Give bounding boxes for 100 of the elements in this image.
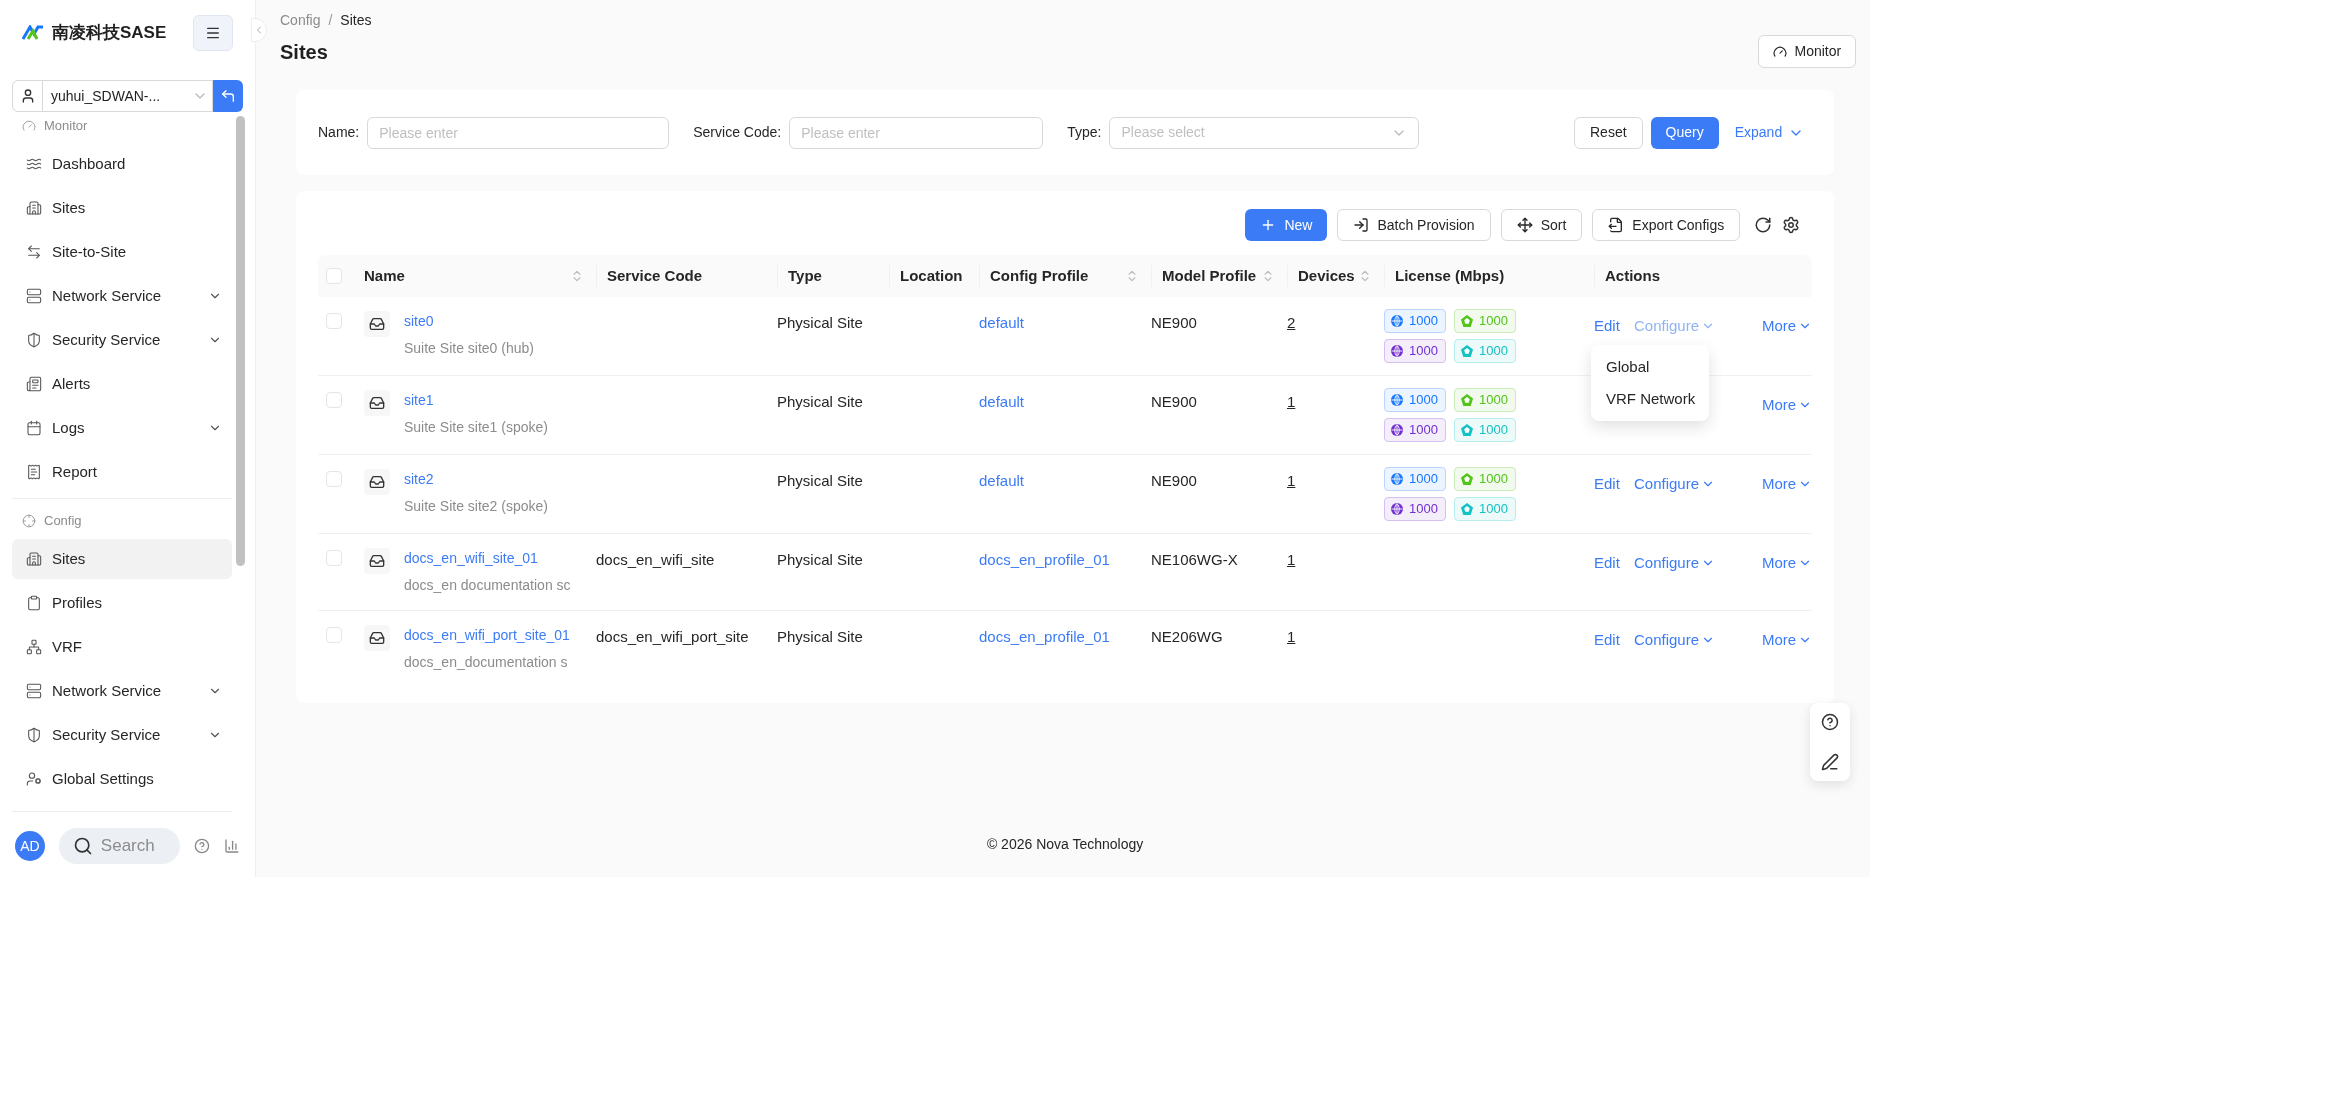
- edit-link[interactable]: Edit: [1594, 629, 1620, 652]
- row-checkbox[interactable]: [326, 313, 342, 329]
- site-type: Physical Site: [777, 393, 863, 410]
- network-icon: [26, 639, 42, 655]
- sidebar-item[interactable]: Alerts: [12, 364, 232, 404]
- more-dropdown[interactable]: More: [1762, 315, 1813, 338]
- footer-text: © 2026 Nova Technology: [986, 835, 1144, 854]
- scrollbar[interactable]: [236, 116, 245, 566]
- waves-icon: [26, 156, 42, 172]
- sidebar-item[interactable]: Profiles: [12, 583, 232, 623]
- configure-dropdown[interactable]: Configure: [1634, 629, 1716, 652]
- license-tag: 1000: [1454, 418, 1516, 442]
- license-tag: 1000: [1384, 309, 1446, 333]
- more-dropdown[interactable]: More: [1762, 629, 1813, 652]
- row-checkbox[interactable]: [326, 627, 342, 643]
- edit-icon[interactable]: [1821, 753, 1840, 771]
- site-name-link[interactable]: docs_en_wifi_port_site_01: [404, 625, 570, 646]
- filter-input[interactable]: Please enter: [367, 116, 670, 149]
- new-button[interactable]: New: [1245, 209, 1328, 241]
- tenant-select[interactable]: yuhui_SDWAN-...: [12, 80, 213, 112]
- config-profile-link[interactable]: default: [979, 314, 1025, 331]
- gauge-icon: [1772, 44, 1787, 59]
- sidebar-item[interactable]: Sites: [12, 539, 232, 579]
- settings-icon[interactable]: [1782, 216, 1801, 234]
- sidebar-item[interactable]: Sites: [12, 188, 232, 228]
- sidebar-item[interactable]: Report: [12, 452, 232, 492]
- model-profile: NE900: [1151, 393, 1197, 410]
- server-icon: [26, 683, 42, 699]
- row-checkbox[interactable]: [326, 550, 342, 566]
- config-profile-link[interactable]: docs_en_profile_01: [979, 551, 1110, 568]
- device-count-link[interactable]: 1: [1287, 551, 1296, 568]
- configure-dropdown[interactable]: Configure: [1634, 552, 1716, 575]
- menu-item[interactable]: VRF Network: [1591, 383, 1709, 415]
- inbox-icon: [369, 395, 385, 411]
- switch-button[interactable]: [213, 80, 243, 112]
- edit-link[interactable]: Edit: [1594, 473, 1620, 496]
- sidebar-item[interactable]: Network Service: [12, 671, 232, 711]
- sidebar-item[interactable]: Network Service: [12, 276, 232, 316]
- filter-label: Service Code:: [693, 123, 782, 142]
- receipt-icon: [26, 464, 42, 480]
- chart-icon[interactable]: [224, 838, 240, 854]
- config-profile-link[interactable]: default: [979, 393, 1025, 410]
- more-dropdown[interactable]: More: [1762, 394, 1813, 417]
- return-icon: [220, 88, 236, 104]
- site-name-link[interactable]: site0: [404, 311, 534, 332]
- sidebar-item[interactable]: Logs: [12, 408, 232, 448]
- sidebar-item[interactable]: Security Service: [12, 320, 232, 360]
- help-icon[interactable]: [1821, 713, 1840, 731]
- site-type: Physical Site: [777, 628, 863, 645]
- sidebar-item[interactable]: Security Service: [12, 715, 232, 755]
- header-checkbox[interactable]: [326, 268, 342, 284]
- sort-icon[interactable]: [1261, 269, 1275, 283]
- section-label: Config: [44, 512, 82, 531]
- inbox-icon: [369, 553, 385, 569]
- toolbar-button[interactable]: Export Configs: [1592, 209, 1741, 241]
- building-icon: [26, 551, 42, 567]
- license-tag: 1000: [1384, 388, 1446, 412]
- device-count-link[interactable]: 2: [1287, 314, 1296, 331]
- toolbar-button[interactable]: Batch Provision: [1337, 209, 1491, 241]
- user-gear-icon: [26, 771, 42, 787]
- refresh-icon[interactable]: [1754, 216, 1773, 234]
- license-tag: 1000: [1454, 467, 1516, 491]
- site-description: Suite Site site1 (spoke): [404, 418, 548, 437]
- site-name-link[interactable]: site1: [404, 390, 548, 411]
- monitor-button[interactable]: Monitor: [1757, 35, 1857, 68]
- license-tag: 1000: [1454, 497, 1516, 521]
- menu-toggle-button[interactable]: [193, 15, 233, 51]
- collapse-tab[interactable]: [251, 18, 267, 42]
- model-profile: NE900: [1151, 472, 1197, 489]
- filter-input[interactable]: Please enter: [789, 116, 1044, 149]
- config-profile-link[interactable]: default: [979, 472, 1025, 489]
- configure-dropdown[interactable]: Configure: [1634, 473, 1716, 496]
- device-count-link[interactable]: 1: [1287, 393, 1296, 410]
- toolbar-button[interactable]: Sort: [1500, 209, 1583, 241]
- expand-link[interactable]: Expand: [1726, 116, 1813, 149]
- row-checkbox[interactable]: [326, 471, 342, 487]
- more-dropdown[interactable]: More: [1762, 473, 1813, 496]
- edit-link[interactable]: Edit: [1594, 552, 1620, 575]
- search-field[interactable]: Search: [58, 828, 181, 864]
- site-description: docs_en documentation sc: [404, 576, 571, 595]
- search-icon: [72, 836, 93, 856]
- site-name-link[interactable]: docs_en_wifi_site_01: [404, 548, 571, 569]
- device-count-link[interactable]: 1: [1287, 628, 1296, 645]
- row-checkbox[interactable]: [326, 392, 342, 408]
- sidebar-item[interactable]: Dashboard: [12, 144, 232, 184]
- reset-button[interactable]: Reset: [1574, 116, 1643, 149]
- breadcrumb-separator: /: [328, 11, 333, 30]
- service-code: docs_en_wifi_port_site: [596, 628, 749, 645]
- sidebar-item[interactable]: VRF: [12, 627, 232, 667]
- menu-icon: [205, 25, 221, 41]
- avatar[interactable]: AD: [15, 831, 45, 861]
- site-name-link[interactable]: site2: [404, 469, 548, 490]
- sidebar-item[interactable]: Global Settings: [12, 759, 232, 799]
- config-profile-link[interactable]: docs_en_profile_01: [979, 628, 1110, 645]
- device-count-link[interactable]: 1: [1287, 472, 1296, 489]
- query-button[interactable]: Query: [1650, 116, 1719, 149]
- site-description: Suite Site site0 (hub): [404, 339, 534, 358]
- edit-link[interactable]: Edit: [1594, 315, 1620, 338]
- more-dropdown[interactable]: More: [1762, 552, 1813, 575]
- sidebar-item[interactable]: Site-to-Site: [12, 232, 232, 272]
